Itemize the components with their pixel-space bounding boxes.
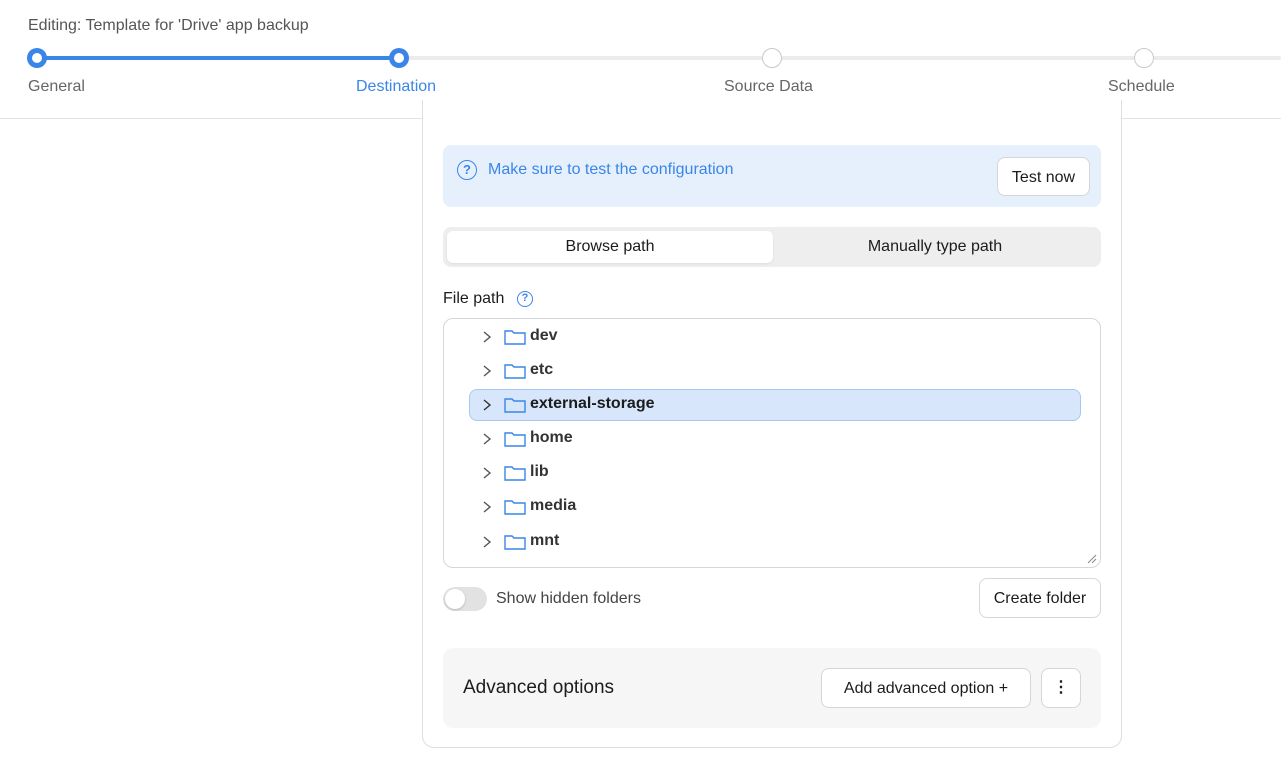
step-label: Source Data: [724, 78, 813, 95]
folder-icon: [504, 432, 526, 447]
folder-row-media[interactable]: media: [469, 491, 1081, 523]
chevron-right-icon[interactable]: [480, 364, 494, 378]
chevron-right-icon[interactable]: [480, 330, 494, 344]
test-now-button[interactable]: Test now: [997, 157, 1090, 196]
step-label: Schedule: [1108, 78, 1175, 95]
step-dot: [27, 48, 47, 68]
resize-handle-icon[interactable]: [1087, 554, 1097, 564]
manual-path-tab[interactable]: Manually type path: [773, 231, 1097, 263]
folder-name: external-storage: [530, 395, 655, 412]
page-title: Editing: Template for 'Drive' app backup: [28, 17, 309, 34]
more-options-button[interactable]: ⋮: [1041, 668, 1081, 708]
step-dot: [762, 48, 782, 68]
folder-tree[interactable]: dev etc external-storage home lib media …: [443, 318, 1101, 568]
step-label: Destination: [356, 78, 437, 95]
folder-row-home[interactable]: home: [469, 423, 1081, 455]
step-dot: [1134, 48, 1154, 68]
folder-row-external-storage[interactable]: external-storage: [469, 389, 1081, 421]
folder-name: lib: [530, 463, 549, 480]
folder-icon: [504, 535, 526, 550]
chevron-right-icon[interactable]: [480, 398, 494, 412]
folder-name: dev: [530, 327, 558, 344]
chevron-right-icon[interactable]: [480, 500, 494, 514]
folder-name: etc: [530, 361, 554, 378]
show-hidden-folders-label: Show hidden folders: [496, 590, 641, 607]
folder-icon: [504, 398, 526, 413]
step-dot: [389, 48, 409, 68]
browse-path-tab[interactable]: Browse path: [447, 231, 773, 263]
folder-name: media: [530, 497, 577, 514]
folder-row-lib[interactable]: lib: [469, 457, 1081, 489]
folder-name: home: [530, 429, 573, 446]
advanced-options-title: Advanced options: [463, 677, 615, 698]
help-icon[interactable]: ?: [517, 291, 533, 307]
folder-row-dev[interactable]: dev: [469, 321, 1081, 353]
chevron-right-icon[interactable]: [480, 535, 494, 549]
folder-name: mnt: [530, 532, 560, 549]
folder-row-etc[interactable]: etc: [469, 355, 1081, 387]
folder-icon: [504, 364, 526, 379]
info-message: Make sure to test the configuration: [488, 161, 734, 178]
file-path-label: File path: [443, 290, 505, 307]
question-circle-icon: ?: [457, 160, 477, 180]
show-hidden-folders-toggle[interactable]: [443, 587, 487, 611]
step-label: General: [28, 78, 85, 95]
path-mode-toggle: Browse path Manually type path: [443, 227, 1101, 267]
add-advanced-option-button[interactable]: Add advanced option +: [821, 668, 1031, 708]
toggle-knob: [445, 589, 465, 609]
folder-icon: [504, 330, 526, 345]
folder-icon: [504, 500, 526, 515]
chevron-right-icon[interactable]: [480, 432, 494, 446]
create-folder-button[interactable]: Create folder: [979, 578, 1101, 618]
folder-icon: [504, 466, 526, 481]
folder-row-mnt[interactable]: mnt: [469, 526, 1081, 558]
chevron-right-icon[interactable]: [480, 466, 494, 480]
stepper-progress: [37, 56, 399, 60]
